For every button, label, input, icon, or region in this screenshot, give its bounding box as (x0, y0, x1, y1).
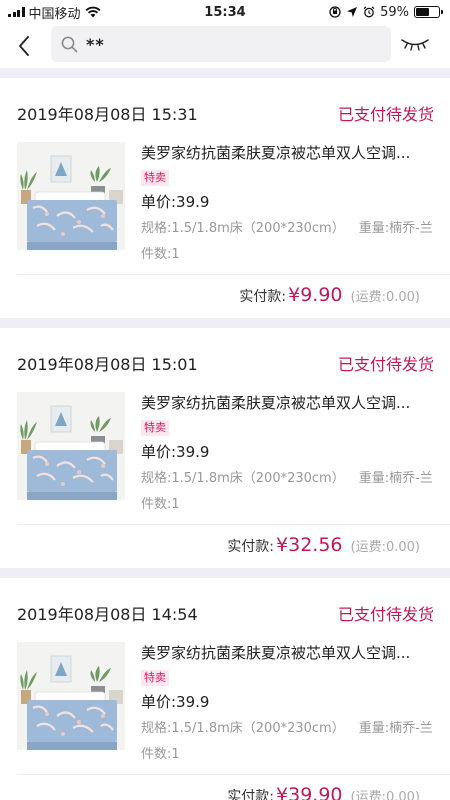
status-right: 59% (329, 4, 443, 20)
section-separator (0, 318, 450, 328)
closed-eye-icon (401, 39, 429, 51)
spec-size: 规格:1.5/1.8m床（200*230cm） (141, 721, 345, 736)
spec-weight: 重量:楠乔-兰 (358, 721, 433, 736)
order-status: 已支付待发货 (337, 105, 434, 124)
bedroom-photo (17, 642, 125, 750)
product-image[interactable] (17, 392, 125, 500)
product-image[interactable] (17, 142, 125, 250)
search-icon (61, 36, 78, 52)
unit-price: 单价:39.9 (141, 443, 210, 461)
wifi-icon (85, 6, 100, 18)
toggle-visibility-button[interactable] (398, 32, 432, 56)
order-total: 实付款: ¥32.56 (运费:0.00) (227, 534, 420, 556)
shipping-fee: (运费:0.00) (350, 790, 420, 800)
status-left: 中国移动 (8, 3, 101, 22)
order-card[interactable]: 2019年08月08日 15:31 已支付待发货 美罗家纺抗菌柔肤夏凉被芯单双人… (0, 78, 450, 318)
total-label: 实付款: (227, 539, 275, 555)
total-amount: ¥9.90 (288, 284, 343, 306)
product-image[interactable] (17, 642, 125, 750)
back-arrow-icon (19, 36, 29, 56)
product-info: 美罗家纺抗菌柔肤夏凉被芯单双人空调... 特卖 单价:39.9 规格:1.5/1… (141, 392, 434, 514)
shipping-fee: (运费:0.00) (350, 290, 420, 305)
sale-tag: 特卖 (141, 170, 169, 186)
product-title[interactable]: 美罗家纺抗菌柔肤夏凉被芯单双人空调... (141, 642, 434, 664)
sale-tag: 特卖 (141, 420, 169, 436)
status-time: 15:34 (204, 4, 246, 20)
location-icon (347, 7, 358, 17)
order-status: 已支付待发货 (337, 355, 434, 374)
order-date: 2019年08月08日 15:01 (17, 355, 198, 374)
battery-icon (414, 6, 443, 18)
spec-weight: 重量:楠乔-兰 (358, 471, 433, 486)
spec-size: 规格:1.5/1.8m床（200*230cm） (141, 471, 345, 486)
product-spec: 规格:1.5/1.8m床（200*230cm） 重量:楠乔-兰 (141, 470, 434, 488)
sale-tag: 特卖 (141, 670, 169, 686)
quantity: 件数:1 (141, 247, 180, 262)
bedroom-photo (17, 142, 125, 250)
order-card[interactable]: 2019年08月08日 14:54 已支付待发货 美罗家纺抗菌柔肤夏凉被芯单双人… (0, 578, 450, 800)
order-header: 2019年08月08日 14:54 已支付待发货 (17, 596, 434, 630)
battery-percent: 59% (380, 4, 409, 20)
bedroom-photo (17, 392, 125, 500)
unit-price: 单价:39.9 (141, 193, 210, 211)
order-status: 已支付待发货 (337, 605, 434, 624)
order-total: 实付款: ¥9.90 (运费:0.00) (239, 284, 420, 306)
divider (17, 774, 450, 775)
divider (17, 524, 450, 525)
spec-size: 规格:1.5/1.8m床（200*230cm） (141, 221, 345, 236)
divider (17, 274, 450, 275)
section-separator (0, 568, 450, 578)
product-spec: 规格:1.5/1.8m床（200*230cm） 重量:楠乔-兰 (141, 720, 434, 738)
shipping-fee: (运费:0.00) (350, 540, 420, 555)
order-date: 2019年08月08日 14:54 (17, 605, 198, 624)
unit-price: 单价:39.9 (141, 693, 210, 711)
product-spec: 规格:1.5/1.8m床（200*230cm） 重量:楠乔-兰 (141, 220, 434, 238)
total-label: 实付款: (239, 289, 287, 305)
order-date: 2019年08月08日 15:31 (17, 105, 198, 124)
section-separator (0, 68, 450, 78)
spec-weight: 重量:楠乔-兰 (358, 221, 433, 236)
order-header: 2019年08月08日 15:01 已支付待发货 (17, 346, 434, 380)
total-amount: ¥39.90 (276, 784, 343, 800)
product-info: 美罗家纺抗菌柔肤夏凉被芯单双人空调... 特卖 单价:39.9 规格:1.5/1… (141, 142, 434, 264)
status-bar: 中国移动 15:34 59% (0, 0, 450, 24)
carrier-name: 中国移动 (28, 6, 81, 22)
quantity: 件数:1 (141, 497, 180, 512)
total-amount: ¥32.56 (276, 534, 343, 556)
order-card[interactable]: 2019年08月08日 15:01 已支付待发货 美罗家纺抗菌柔肤夏凉被芯单双人… (0, 328, 450, 568)
search-header: ** (0, 24, 450, 68)
search-input[interactable]: ** (51, 26, 391, 62)
signal-icon (8, 7, 25, 17)
alarm-icon (363, 6, 375, 18)
orientation-lock-icon (329, 6, 341, 18)
order-list: 2019年08月08日 15:31 已支付待发货 美罗家纺抗菌柔肤夏凉被芯单双人… (0, 68, 450, 800)
product-title[interactable]: 美罗家纺抗菌柔肤夏凉被芯单双人空调... (141, 392, 434, 414)
quantity: 件数:1 (141, 747, 180, 762)
product-title[interactable]: 美罗家纺抗菌柔肤夏凉被芯单双人空调... (141, 142, 434, 164)
product-info: 美罗家纺抗菌柔肤夏凉被芯单双人空调... 特卖 单价:39.9 规格:1.5/1… (141, 642, 434, 764)
order-total: 实付款: ¥39.90 (运费:0.00) (227, 784, 420, 800)
total-label: 实付款: (227, 789, 275, 800)
back-button[interactable] (0, 24, 48, 68)
order-header: 2019年08月08日 15:31 已支付待发货 (17, 96, 434, 130)
search-query: ** (86, 34, 105, 54)
battery-fill (416, 8, 429, 16)
